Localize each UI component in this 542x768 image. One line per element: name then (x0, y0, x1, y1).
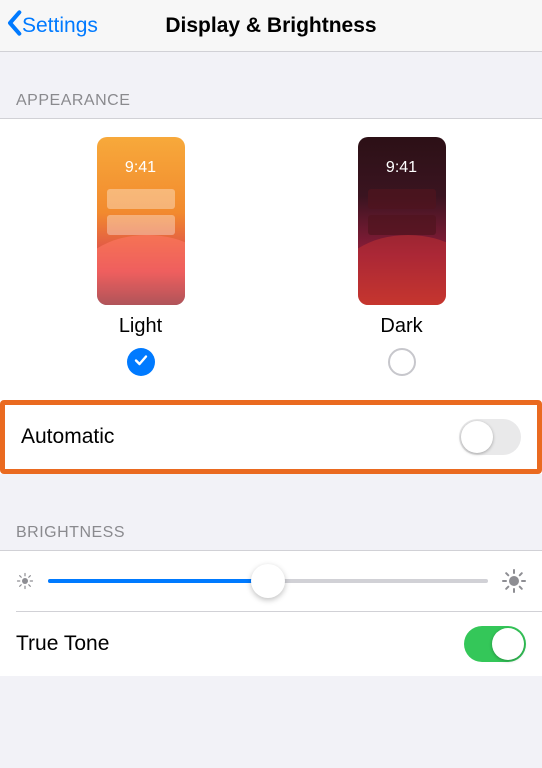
brightness-slider[interactable] (48, 579, 488, 583)
navbar: Settings Display & Brightness (0, 0, 542, 52)
sun-large-icon (502, 569, 526, 593)
appearance-option-light[interactable]: 9:41 Light (97, 137, 185, 376)
appearance-cell: 9:41 Light 9:41 Dark (0, 119, 542, 400)
dark-radio[interactable] (388, 348, 416, 376)
back-button[interactable]: Settings (0, 9, 98, 43)
true-tone-toggle[interactable] (464, 626, 526, 662)
appearance-group: 9:41 Light 9:41 Dark (0, 118, 542, 474)
true-tone-row: True Tone (0, 612, 542, 676)
preview-time: 9:41 (97, 159, 185, 177)
appearance-option-dark[interactable]: 9:41 Dark (358, 137, 446, 376)
section-header-brightness: BRIGHTNESS (0, 474, 542, 550)
automatic-row: Automatic (5, 405, 537, 469)
automatic-highlight: Automatic (0, 400, 542, 474)
brightness-slider-row (0, 550, 542, 611)
preview-time: 9:41 (358, 159, 446, 177)
back-label: Settings (22, 14, 98, 38)
light-preview: 9:41 (97, 137, 185, 305)
checkmark-icon (133, 352, 149, 373)
section-header-appearance: APPEARANCE (0, 52, 542, 118)
dark-preview: 9:41 (358, 137, 446, 305)
light-label: Light (119, 315, 162, 338)
dark-label: Dark (380, 315, 422, 338)
automatic-toggle[interactable] (459, 419, 521, 455)
automatic-label: Automatic (21, 425, 114, 449)
sun-small-icon (16, 572, 34, 590)
light-radio[interactable] (127, 348, 155, 376)
true-tone-label: True Tone (16, 632, 109, 656)
chevron-left-icon (6, 9, 22, 43)
brightness-group: True Tone (0, 550, 542, 676)
